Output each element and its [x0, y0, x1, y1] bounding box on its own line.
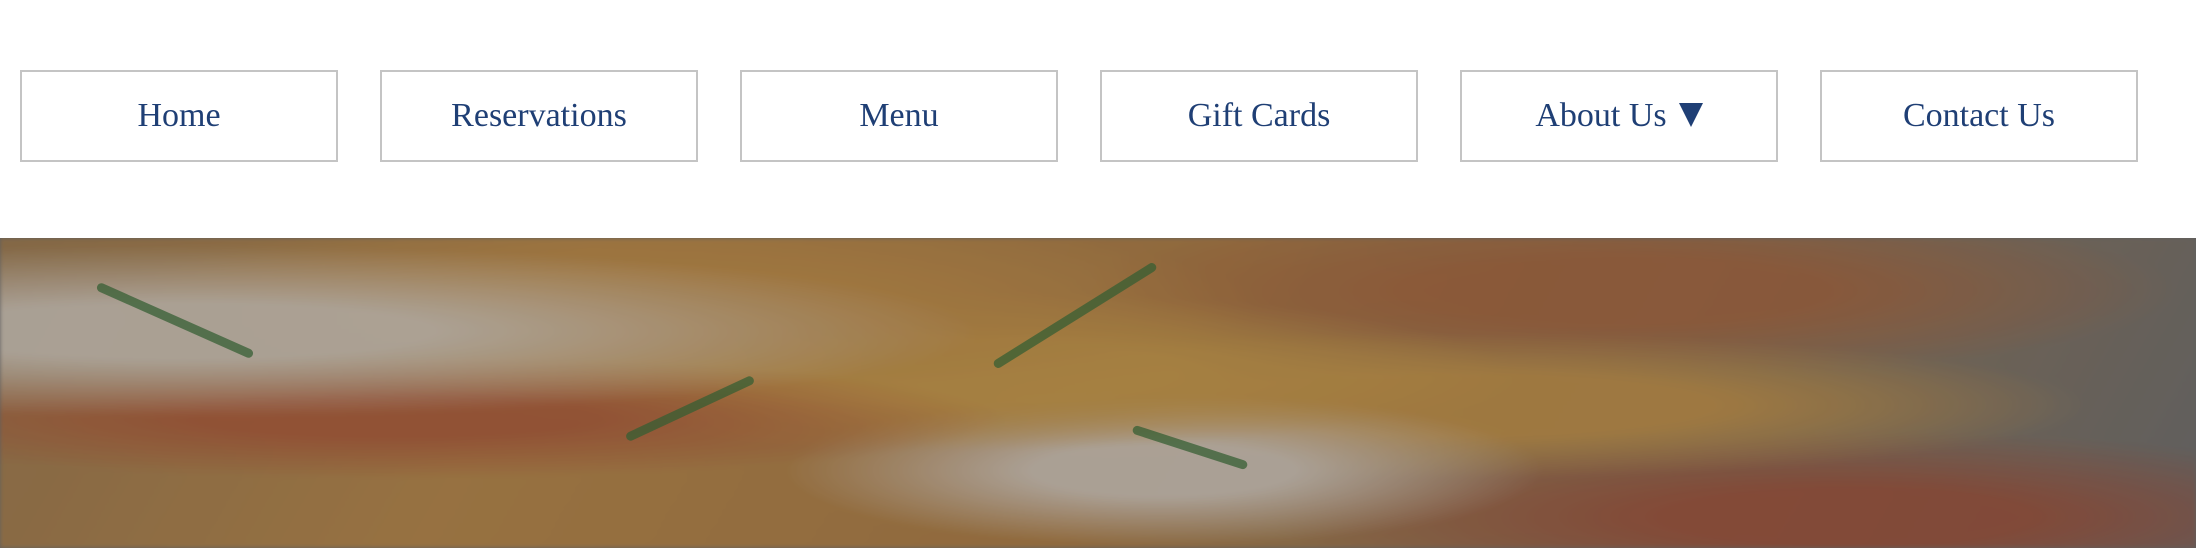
nav-reservations-button[interactable]: Reservations [380, 70, 698, 162]
nav-menu-label: Menu [859, 97, 939, 134]
hero-food-image [0, 238, 2196, 548]
nav-menu-button[interactable]: Menu [740, 70, 1058, 162]
chevron-down-icon [1678, 103, 1703, 127]
nav-about-us-label: About Us [1535, 97, 1667, 134]
nav-gift-cards-label: Gift Cards [1187, 97, 1331, 134]
hero-overlay [0, 238, 2196, 548]
nav-contact-us-button[interactable]: Contact Us [1820, 70, 2138, 162]
main-navigation: Home Reservations Menu Gift Cards About … [0, 0, 2196, 238]
nav-reservations-label: Reservations [451, 97, 627, 134]
nav-home-button[interactable]: Home [20, 70, 338, 162]
nav-about-us-button[interactable]: About Us [1460, 70, 1778, 162]
nav-gift-cards-button[interactable]: Gift Cards [1100, 70, 1418, 162]
nav-contact-us-label: Contact Us [1902, 97, 2056, 134]
nav-home-label: Home [137, 97, 221, 134]
